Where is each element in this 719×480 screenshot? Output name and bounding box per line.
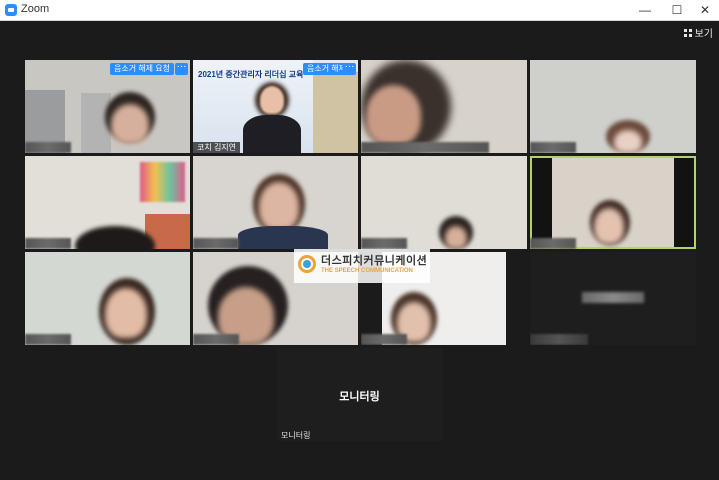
participant-video-tile-5[interactable] — [25, 156, 190, 249]
participant-face — [594, 208, 624, 244]
participant-face — [105, 288, 147, 338]
background-decoration — [140, 162, 185, 202]
letterbox-right — [674, 158, 694, 247]
participant-face — [614, 130, 642, 153]
grid-view-icon — [683, 28, 692, 37]
background-shelf — [313, 72, 358, 153]
participant-display-name: 모니터링 — [339, 391, 380, 403]
participant-name-label: 코치 김지연 — [193, 142, 241, 153]
participant-name-label: 모니터링 — [281, 431, 311, 440]
host-body — [243, 115, 301, 153]
participant-face — [366, 85, 421, 145]
participant-body — [238, 226, 328, 249]
participant-face — [111, 104, 149, 144]
maximize-icon[interactable]: ☐ — [662, 0, 692, 20]
watermark-english-text: THE SPEECH COMMUNICATION — [321, 268, 413, 274]
participant-name-label — [361, 238, 407, 249]
participant-name-label — [530, 142, 576, 153]
participant-name-label — [530, 334, 588, 345]
window-titlebar: Zoom — ☐ ✕ — [0, 0, 719, 21]
participant-video-tile-3[interactable] — [361, 60, 527, 153]
unmute-request-button[interactable]: 음소거 해제 요청 — [110, 63, 174, 75]
zoom-logo-icon — [5, 4, 17, 16]
gallery-view: 보기 음소거 해제 요청 ··· 2021년 중간관리자 리더십 교육 음소거 … — [0, 21, 719, 480]
view-button[interactable]: 보기 — [683, 25, 713, 40]
participant-name-label — [193, 334, 239, 345]
watermark-korean-text: 더스피치커뮤니케이션 — [321, 255, 428, 267]
participant-face — [445, 226, 467, 249]
participant-video-tile-7[interactable] — [361, 156, 527, 249]
participant-name-label — [361, 142, 489, 153]
participant-face — [259, 182, 299, 230]
participant-video-tile-1[interactable]: 음소거 해제 요청 ··· — [25, 60, 190, 153]
participant-name-label — [25, 334, 71, 345]
close-icon[interactable]: ✕ — [690, 0, 719, 20]
minimize-icon[interactable]: — — [630, 0, 660, 20]
participant-video-tile-active-speaker[interactable] — [530, 156, 696, 249]
window-title: Zoom — [21, 3, 50, 15]
participant-video-tile-host[interactable]: 2021년 중간관리자 리더십 교육 음소거 해제 ··· 코치 김지연 — [193, 60, 358, 153]
participant-name-label — [25, 142, 71, 153]
more-options-button[interactable]: ··· — [343, 62, 356, 75]
participant-video-tile-12-video-off[interactable] — [530, 252, 696, 345]
banner-title: 2021년 중간관리자 리더십 교육 — [198, 70, 304, 79]
more-options-button[interactable]: ··· — [175, 62, 188, 75]
letterbox-left — [532, 158, 552, 247]
participant-video-tile-9[interactable] — [25, 252, 190, 345]
participant-hair — [75, 226, 155, 249]
view-button-label: 보기 — [694, 29, 713, 40]
company-logo-icon — [298, 255, 316, 273]
participant-video-tile-6[interactable] — [193, 156, 358, 249]
host-face — [260, 86, 284, 114]
company-watermark: 더스피치커뮤니케이션 THE SPEECH COMMUNICATION — [294, 249, 430, 283]
participant-display-name — [582, 292, 644, 303]
participant-name-label — [25, 238, 71, 249]
participant-name-label — [530, 238, 576, 249]
participant-video-tile-monitoring[interactable]: 모니터링 모니터링 — [277, 348, 442, 441]
participant-name-label — [361, 334, 407, 345]
participant-name-label — [193, 238, 239, 249]
participant-video-tile-4[interactable] — [530, 60, 696, 153]
